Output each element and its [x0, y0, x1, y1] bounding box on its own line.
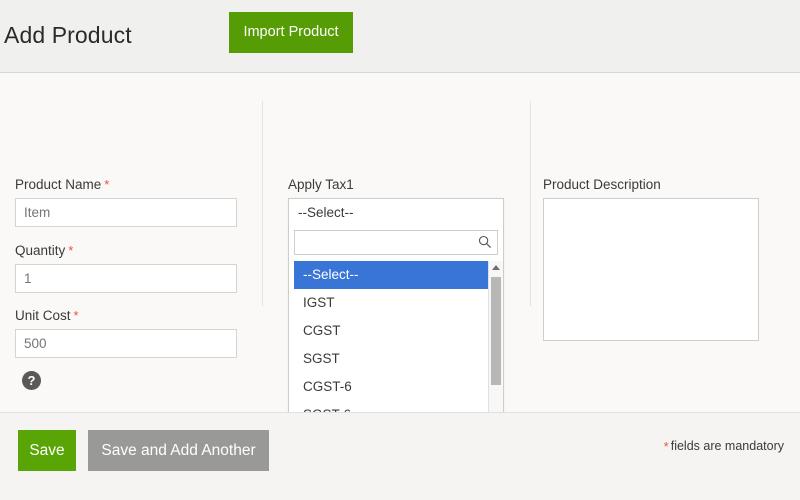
- save-and-add-another-button[interactable]: Save and Add Another: [88, 430, 269, 471]
- mandatory-note-text: fields are mandatory: [670, 439, 784, 453]
- unit-cost-label-text: Unit Cost: [15, 308, 71, 323]
- product-form-card: Product Name* Quantity* Unit Cost* ? Man…: [0, 72, 800, 435]
- product-description-label: Product Description: [543, 177, 661, 192]
- apply-tax-option[interactable]: IGST: [294, 289, 498, 317]
- unit-cost-input[interactable]: [15, 329, 237, 358]
- product-name-label-text: Product Name: [15, 177, 102, 192]
- product-name-label: Product Name *: [15, 177, 109, 192]
- page-title: Add Product: [4, 22, 132, 48]
- apply-tax-option[interactable]: SGST: [294, 345, 498, 373]
- apply-tax-search-input[interactable]: [294, 230, 498, 255]
- page-header: Add Product Import Product: [0, 0, 800, 72]
- required-asterisk: *: [73, 308, 79, 323]
- caret-up-icon[interactable]: [489, 261, 503, 275]
- apply-tax-label: Apply Tax1: [288, 177, 354, 192]
- form-footer: Save Save and Add Another * fields are ma…: [0, 412, 800, 500]
- quantity-label-text: Quantity: [15, 243, 66, 258]
- apply-tax-option[interactable]: CGST-6: [294, 373, 498, 401]
- import-product-button[interactable]: Import Product: [229, 12, 353, 53]
- quantity-input[interactable]: [15, 264, 237, 293]
- quantity-label: Quantity *: [15, 243, 73, 258]
- apply-tax-scrollbar[interactable]: [488, 261, 503, 424]
- apply-tax-option-list[interactable]: --Select--IGSTCGSTSGSTCGST-6SGST-6: [294, 261, 498, 424]
- apply-tax-option[interactable]: --Select--: [294, 261, 498, 289]
- apply-tax-search-row: [294, 230, 498, 255]
- required-asterisk: *: [104, 177, 110, 192]
- column-divider-left: [262, 101, 263, 306]
- question-mark-circle-icon[interactable]: ?: [22, 371, 41, 390]
- save-button[interactable]: Save: [18, 430, 76, 471]
- product-description-textarea[interactable]: [543, 198, 759, 341]
- mandatory-fields-note: * fields are mandatory: [664, 439, 784, 454]
- apply-tax-dropdown: --Select-- --Select--IGSTCGSTSGSTCGST-6S…: [288, 198, 504, 429]
- apply-tax-select-trigger[interactable]: --Select--: [289, 199, 503, 227]
- required-asterisk: *: [663, 439, 669, 454]
- required-asterisk: *: [68, 243, 74, 258]
- product-name-input[interactable]: [15, 198, 237, 227]
- column-divider-right: [530, 101, 531, 306]
- scrollbar-thumb[interactable]: [491, 277, 501, 385]
- unit-cost-label: Unit Cost *: [15, 308, 79, 323]
- apply-tax-option[interactable]: CGST: [294, 317, 498, 345]
